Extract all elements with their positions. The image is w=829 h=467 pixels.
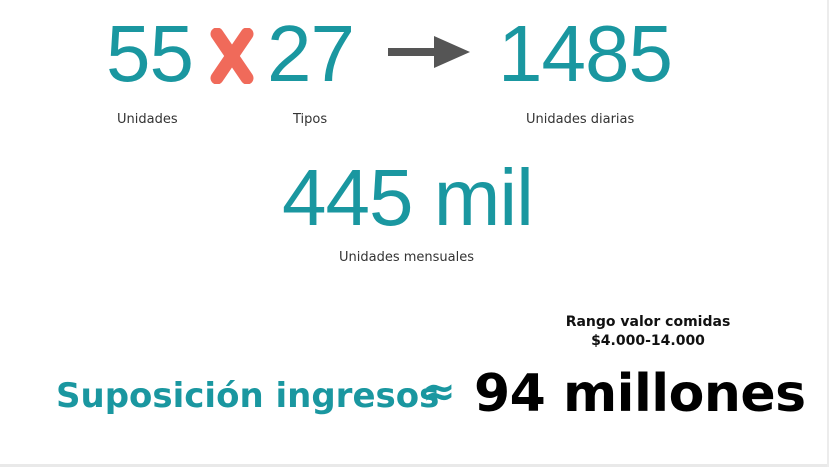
income-label: Suposición ingresos <box>56 376 440 416</box>
price-range-title: Rango valor comidas <box>565 314 731 330</box>
price-range: Rango valor comidas $4.000-14.000 <box>548 313 748 351</box>
daily-label: Unidades diarias <box>526 112 635 127</box>
daily-value: 1485 <box>498 9 673 98</box>
right-arrow-icon <box>388 36 470 68</box>
monthly-label: Unidades mensuales <box>339 250 475 265</box>
units-value: 55 <box>106 9 194 98</box>
types-label: Tipos <box>293 112 328 127</box>
types-value: 27 <box>267 9 355 98</box>
approx-symbol: ≈ <box>422 369 456 415</box>
units-label: Unidades <box>117 112 178 127</box>
income-value: 94 millones <box>474 364 806 424</box>
multiply-cross-icon <box>210 28 254 84</box>
slide: 55 Unidades 27 Tipos 1485 Unidades diari… <box>0 0 829 467</box>
price-range-values: $4.000-14.000 <box>591 333 705 349</box>
monthly-value: 445 mil <box>282 153 534 242</box>
